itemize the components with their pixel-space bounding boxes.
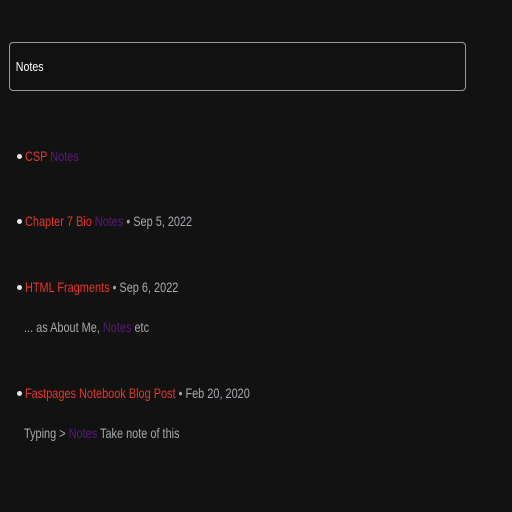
result-title: Fastpages Notebook Blog Post <box>25 385 176 401</box>
result-excerpt: ... as About Me, Notes etc <box>24 317 184 337</box>
result-title-highlight: Notes <box>94 213 124 229</box>
result-excerpt: Typing > Notes Take note of this <box>24 423 223 443</box>
search-page: CSP Notes Chapter 7 Bio Notes • Sep 5, 2… <box>0 0 512 512</box>
result-item: Chapter 7 Bio Notes • Sep 5, 2022 <box>17 211 487 231</box>
result-title-highlight: Notes <box>50 148 79 164</box>
result-item: Fastpages Notebook Blog Post • Feb 20, 2… <box>17 383 487 403</box>
result-title-link[interactable]: Chapter 7 Bio Notes <box>25 213 123 229</box>
result-date: • Sep 6, 2022 <box>112 279 179 295</box>
excerpt-before: Typing > <box>24 425 66 441</box>
search-results: CSP Notes Chapter 7 Bio Notes • Sep 5, 2… <box>0 0 512 512</box>
excerpt-highlight: Notes <box>102 319 132 335</box>
result-title: CSP <box>25 148 48 164</box>
result-title: Chapter 7 Bio <box>25 213 92 229</box>
result-date: • Sep 5, 2022 <box>126 213 193 229</box>
result-title-link[interactable]: HTML Fragments <box>25 279 110 295</box>
result-item: CSP Notes <box>17 146 487 166</box>
excerpt-after: Take note of this <box>100 425 180 441</box>
excerpt-before: ... as About Me, <box>24 319 100 335</box>
bullet-icon <box>17 390 22 396</box>
result-date: • Feb 20, 2020 <box>178 385 250 401</box>
bullet-icon <box>17 284 22 290</box>
result-title-link[interactable]: Fastpages Notebook Blog Post <box>25 385 176 401</box>
result-title: HTML Fragments <box>25 279 110 295</box>
result-item: HTML Fragments • Sep 6, 2022 <box>17 277 487 297</box>
result-title-link[interactable]: CSP Notes <box>25 148 79 164</box>
bullet-icon <box>17 218 22 224</box>
bullet-icon <box>17 153 22 159</box>
excerpt-after: etc <box>134 319 150 335</box>
excerpt-highlight: Notes <box>68 425 98 441</box>
